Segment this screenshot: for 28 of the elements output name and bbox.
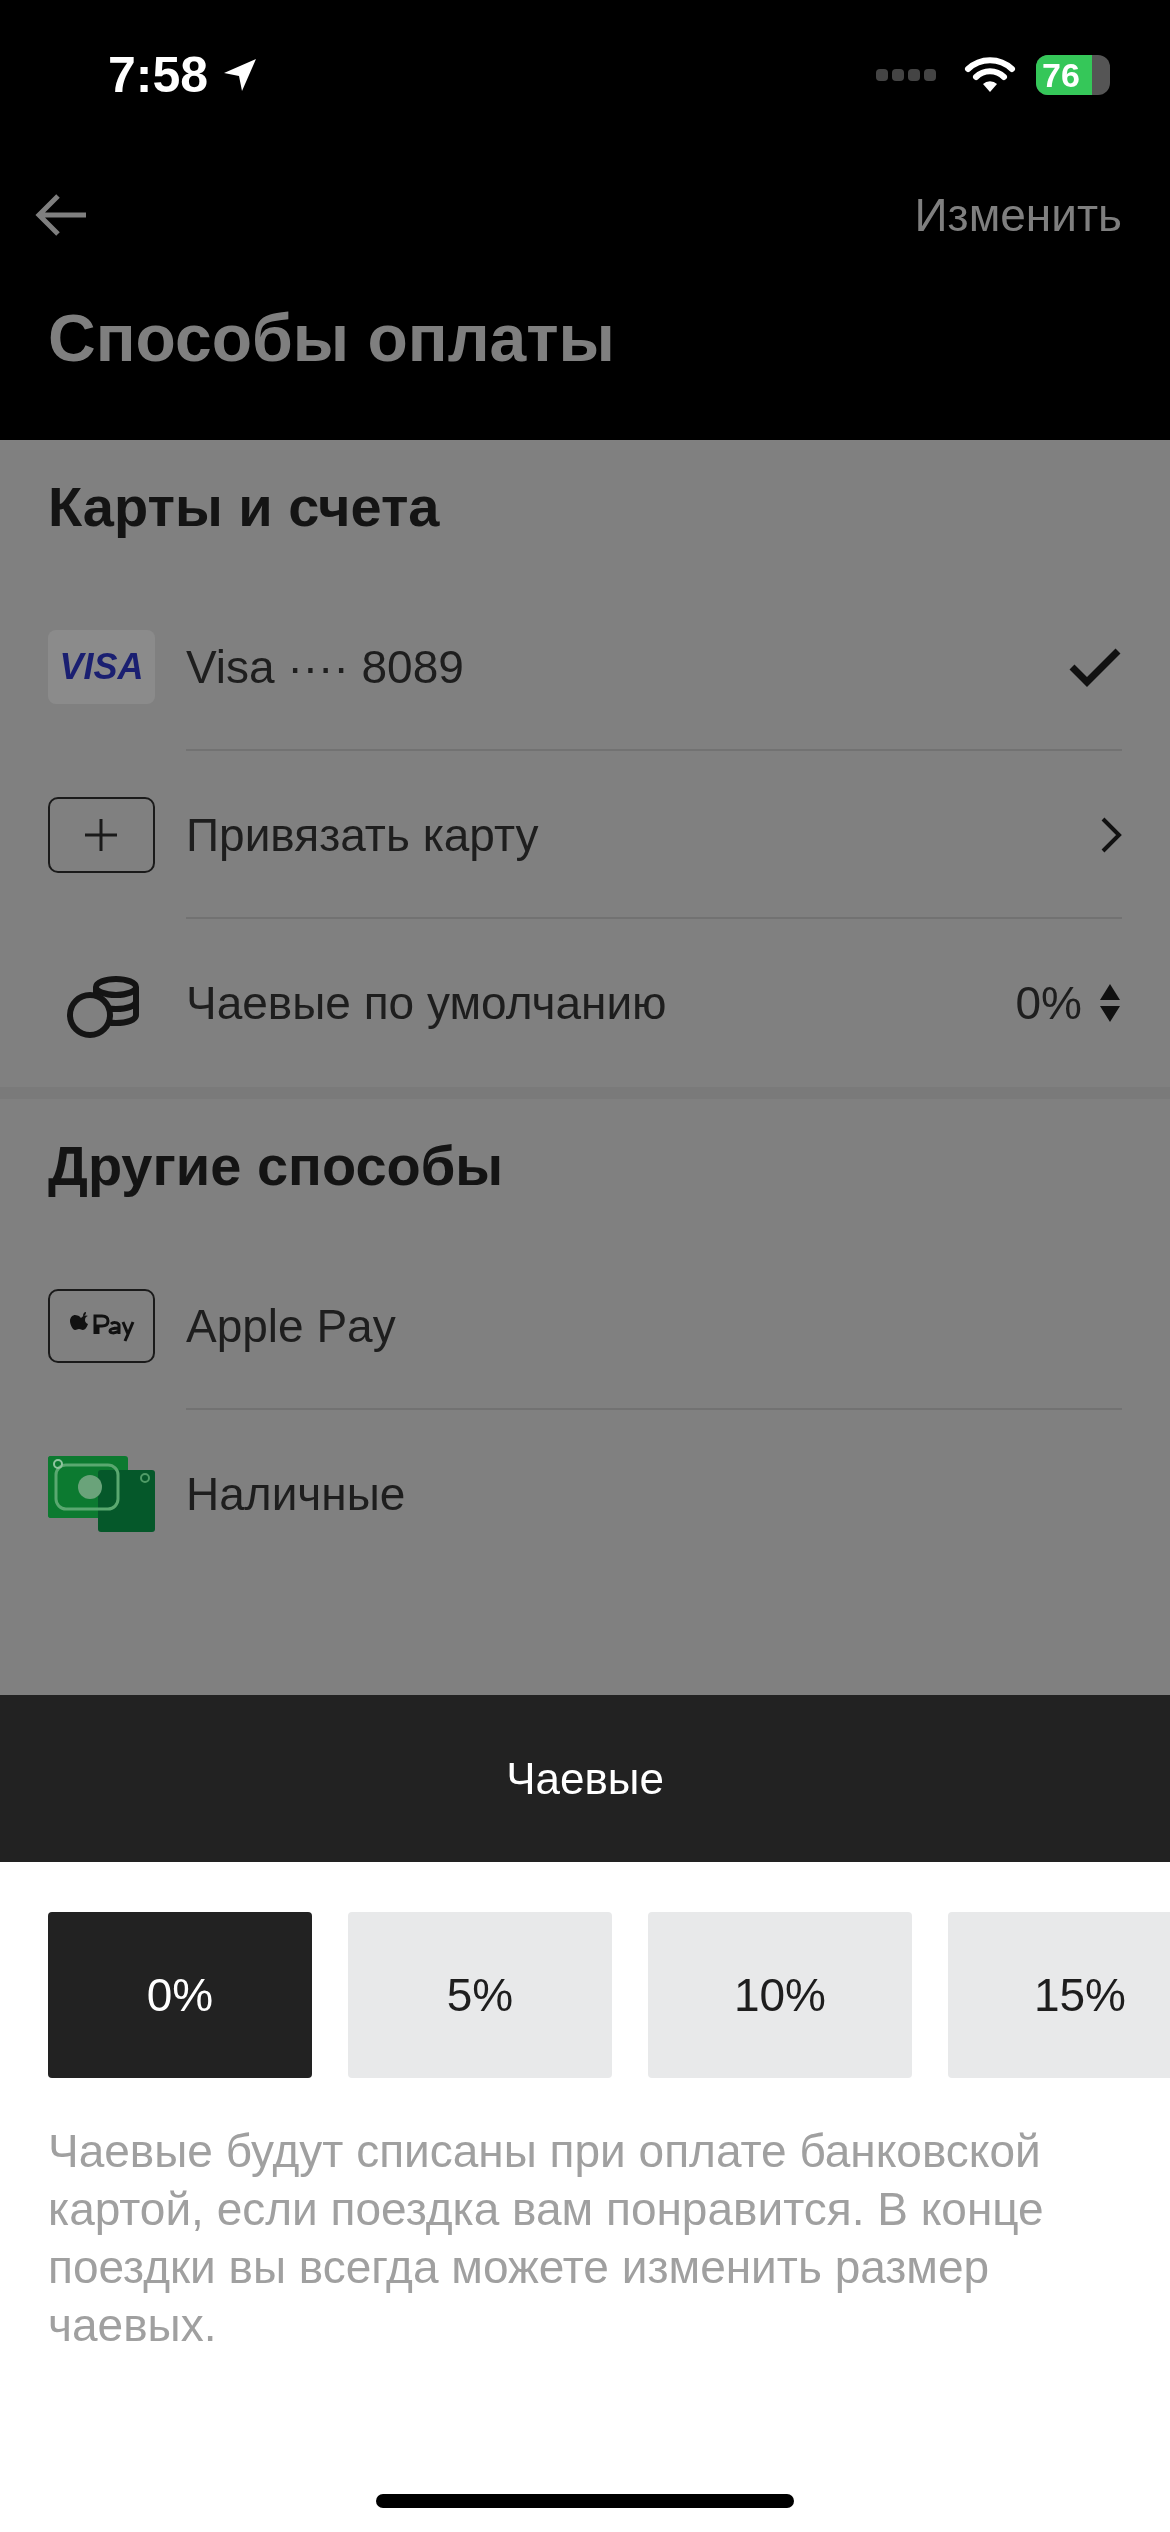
battery-icon: 76: [1036, 55, 1110, 95]
section-heading: Другие способы: [47, 1133, 505, 1199]
payment-method-label[interactable]: Apple Pay: [186, 1299, 1122, 1353]
payment-method-label[interactable]: Наличные: [186, 1467, 1122, 1521]
tip-option[interactable]: 5%: [348, 1912, 612, 2078]
checkmark-icon: [1068, 647, 1122, 687]
location-arrow-icon: [222, 57, 259, 93]
tip-option[interactable]: 15%: [948, 1912, 1170, 2078]
sheet-header: Чаевые: [0, 1695, 1170, 1862]
banknotes-icon: [48, 1456, 155, 1532]
tip-option[interactable]: 0%: [48, 1912, 312, 2078]
payment-method-label[interactable]: Чаевые по умолчанию: [186, 976, 1016, 1030]
section-heading: Карты и счета: [47, 474, 441, 540]
payment-method-label[interactable]: Visa ···· 8089: [186, 640, 1068, 694]
signal-icon: [876, 68, 936, 82]
payment-method-label[interactable]: Привязать карту: [186, 808, 1100, 862]
tip-value: 0%: [1015, 976, 1082, 1030]
wifi-icon: [964, 56, 1016, 94]
chevron-right-icon: [1100, 816, 1122, 854]
tip-option[interactable]: 10%: [648, 1912, 912, 2078]
stepper-icon[interactable]: [1098, 982, 1122, 1024]
visa-card-logo: VISA: [48, 630, 155, 704]
tip-description: Чаевые будут списаны при оплате банковской картой, если поездка вам понравится. В конце поездки вы всегда можете изменить размер чаевых.: [47, 2124, 1045, 2353]
page-title: Способы оплаты: [47, 300, 616, 377]
edit-button[interactable]: Изменить: [914, 188, 1122, 242]
apple-pay-icon: [48, 1289, 155, 1363]
status-time: 7:58: [108, 46, 209, 104]
add-card-icon: [48, 797, 155, 873]
